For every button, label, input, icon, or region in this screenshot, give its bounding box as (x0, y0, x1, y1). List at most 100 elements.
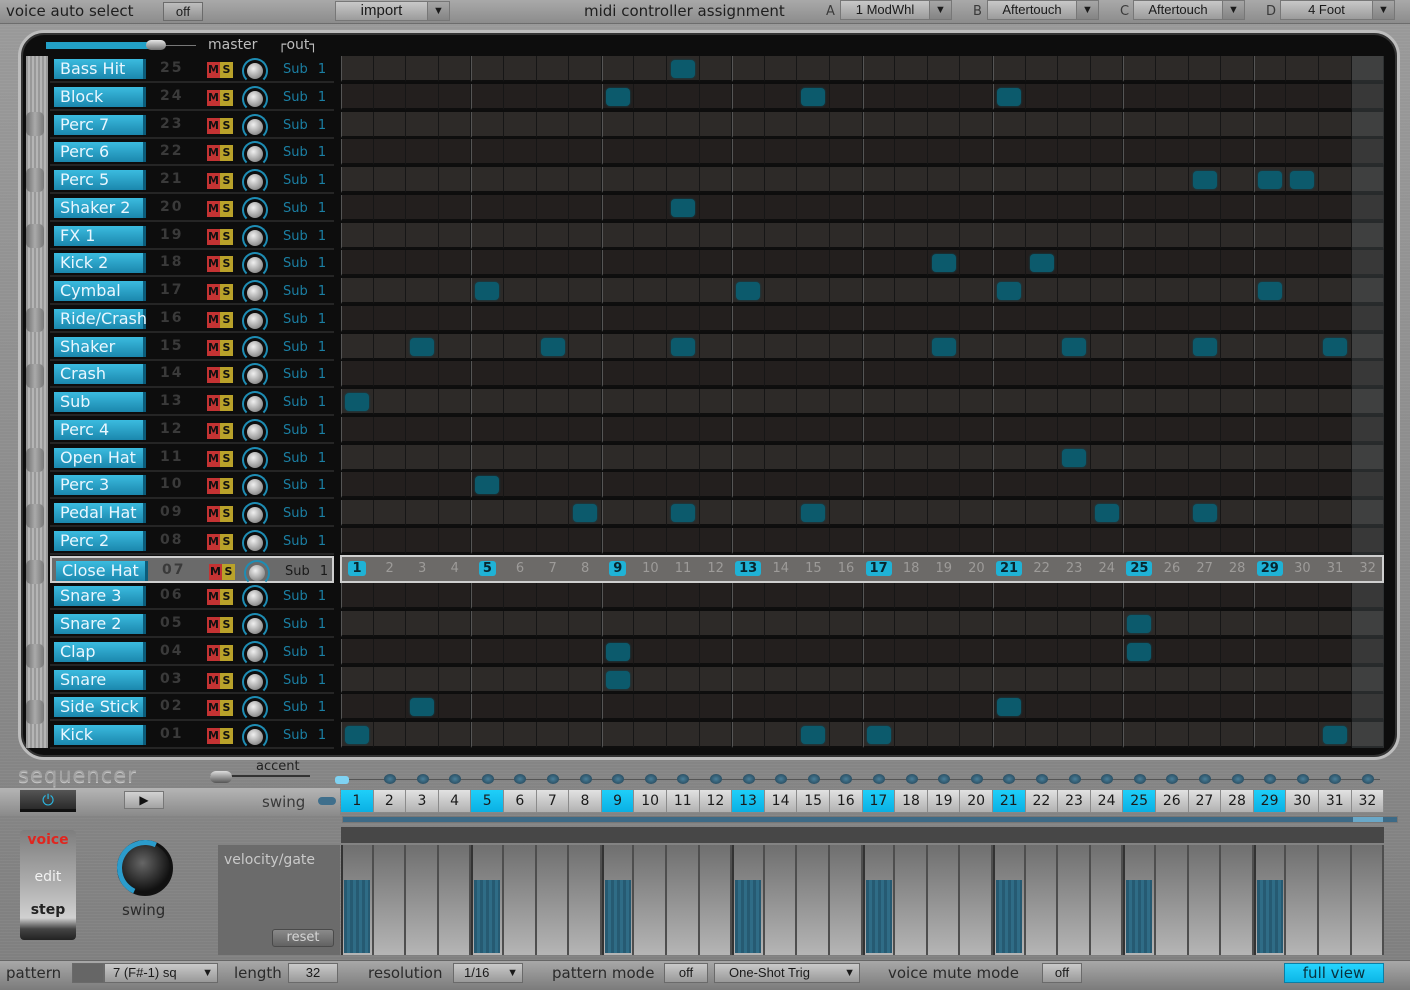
step-cell[interactable] (1319, 389, 1352, 415)
step-cell[interactable] (1253, 416, 1287, 443)
step-cell[interactable] (1058, 111, 1091, 138)
step-cell[interactable] (993, 527, 1026, 554)
step-cell[interactable] (536, 583, 570, 610)
mute-button[interactable]: M (207, 145, 220, 162)
pattern-dropdown[interactable]: 7 (F#-1) sq ▼ (104, 963, 218, 983)
mute-button[interactable]: M (207, 478, 220, 495)
step-cell[interactable] (862, 527, 896, 554)
voice-row[interactable]: Block 24 MS Sub 1 (50, 84, 334, 112)
solo-button[interactable]: S (220, 284, 233, 300)
step-cell[interactable] (927, 611, 961, 637)
step-cell[interactable] (569, 139, 602, 166)
step-cell[interactable] (1025, 361, 1059, 388)
selected-step[interactable]: 12 (701, 560, 731, 578)
step-cell[interactable] (1319, 194, 1352, 221)
step-cell[interactable] (1188, 444, 1222, 471)
step-cell[interactable] (1253, 305, 1287, 332)
output-select[interactable]: Sub 1 (283, 478, 326, 493)
output-select[interactable]: Sub 1 (285, 564, 328, 579)
step-cell[interactable] (764, 444, 798, 471)
selected-step[interactable]: 17 (864, 560, 894, 578)
step-note[interactable] (801, 726, 826, 744)
velocity-step[interactable] (1221, 845, 1254, 955)
step-note[interactable] (605, 87, 630, 106)
group-tab[interactable] (26, 448, 44, 472)
step-cell[interactable] (438, 666, 472, 693)
step-note[interactable] (997, 282, 1021, 300)
pan-knob[interactable] (242, 58, 268, 84)
group-tab[interactable] (26, 224, 44, 248)
step-cell[interactable] (471, 444, 504, 471)
step-cell[interactable] (830, 611, 863, 637)
step-cell[interactable] (895, 167, 928, 193)
step-cell[interactable] (1025, 333, 1059, 360)
step-cell[interactable] (634, 500, 667, 526)
mute-button[interactable]: M (207, 644, 220, 661)
step-cell[interactable] (699, 194, 733, 221)
step-cell[interactable] (1090, 444, 1124, 471)
step-cell[interactable] (960, 416, 993, 443)
step-note[interactable] (605, 642, 630, 661)
output-select[interactable]: Sub 1 (283, 62, 326, 77)
step-cell[interactable] (373, 472, 407, 499)
accent-dot[interactable] (335, 776, 350, 784)
step-cell[interactable] (1090, 389, 1124, 415)
step-cell[interactable] (341, 666, 374, 693)
step-cell[interactable] (1253, 694, 1287, 721)
step-cell[interactable] (732, 194, 765, 221)
step-cell[interactable] (960, 666, 993, 693)
step-cell[interactable] (699, 583, 733, 610)
accent-dot[interactable] (807, 774, 820, 784)
step-cell[interactable] (504, 333, 537, 360)
step-cell[interactable] (1221, 694, 1254, 721)
step-cell[interactable] (1025, 694, 1059, 721)
step-cell[interactable] (830, 583, 863, 610)
step-cell[interactable] (504, 250, 537, 277)
step-cell[interactable] (1319, 111, 1352, 138)
step-cell[interactable] (960, 694, 993, 721)
voice-row[interactable]: Ride/Crash 16 MS Sub 1 (50, 306, 334, 334)
resolution-dropdown[interactable]: 1/16 ▼ (453, 963, 523, 983)
step-cell[interactable] (373, 222, 407, 249)
step-cell[interactable] (993, 444, 1026, 471)
step-cell[interactable] (1058, 389, 1091, 415)
step-cell[interactable] (895, 611, 928, 637)
step-cell[interactable] (797, 638, 830, 665)
output-select[interactable]: Sub 1 (283, 451, 326, 466)
step-cell[interactable] (1221, 278, 1254, 304)
output-select[interactable]: Sub 1 (283, 367, 326, 382)
step-cell[interactable] (1188, 194, 1222, 221)
step-cell[interactable] (634, 638, 667, 665)
step-cell[interactable] (1156, 305, 1189, 332)
step-cell[interactable] (406, 139, 439, 166)
selected-step[interactable]: 2 (375, 560, 405, 578)
mute-button[interactable]: M (207, 311, 220, 328)
step-cell[interactable] (341, 333, 374, 360)
step-cell[interactable] (960, 56, 993, 82)
step-cell[interactable] (667, 389, 700, 415)
step-cell[interactable] (1188, 694, 1222, 721)
step-cell[interactable] (1286, 666, 1319, 693)
step-cell[interactable] (341, 361, 374, 388)
step-cell[interactable] (1025, 583, 1059, 610)
step-cell[interactable] (601, 472, 635, 499)
step-cell[interactable] (438, 278, 472, 304)
step-cell[interactable] (504, 527, 537, 554)
accent-dot[interactable] (677, 774, 690, 784)
step-cell[interactable] (406, 250, 439, 277)
step-cell[interactable] (634, 333, 667, 360)
step-cell[interactable] (895, 361, 928, 388)
step-cell[interactable] (1286, 389, 1319, 415)
step-cell[interactable] (1221, 638, 1254, 665)
solo-button[interactable]: S (220, 450, 233, 467)
step-cell[interactable] (764, 527, 798, 554)
step-cell[interactable] (373, 722, 407, 748)
step-cell[interactable] (1123, 444, 1156, 471)
voice-name[interactable]: Cymbal (54, 281, 146, 301)
step-cell[interactable] (601, 333, 635, 360)
step-cell[interactable] (895, 111, 928, 138)
step-cell[interactable] (1253, 638, 1287, 665)
step-cell[interactable] (667, 111, 700, 138)
step-cell[interactable] (1253, 666, 1287, 693)
step-cell[interactable] (373, 250, 407, 277)
